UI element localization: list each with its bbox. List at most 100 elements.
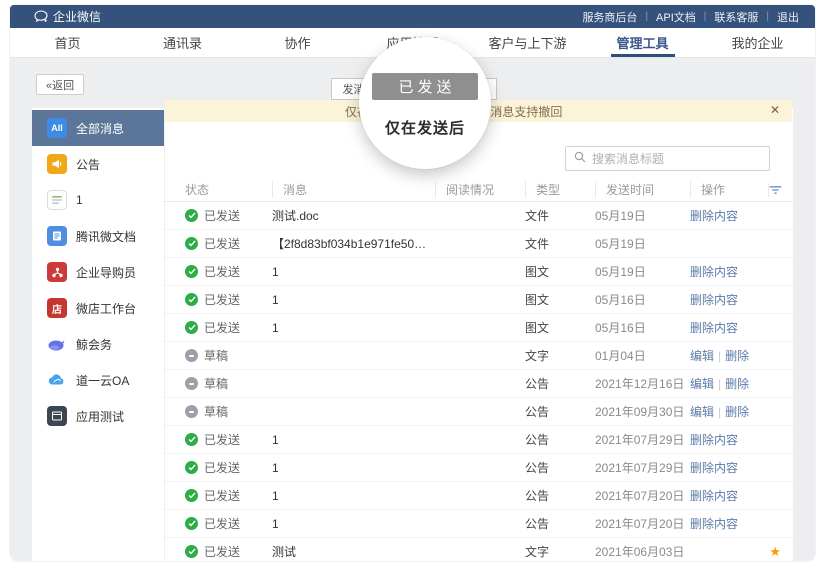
topbar-link-separator: |	[645, 11, 648, 22]
sidebar-item-鲸会务[interactable]: 鲸会务	[32, 326, 164, 362]
action-删除内容[interactable]: 删除内容	[690, 461, 738, 475]
table-row[interactable]: 已发送1公告2021年07月29日删除内容	[165, 426, 793, 454]
table-row[interactable]: 已发送1图文05月19日删除内容	[165, 258, 793, 286]
table-row[interactable]: 已发送1公告2021年07月20日删除内容	[165, 510, 793, 538]
table-row[interactable]: 草稿公告2021年12月16日编辑|删除	[165, 370, 793, 398]
nav-item-客户与上下游[interactable]: 客户与上下游	[470, 28, 585, 57]
cell-actions: 删除内容	[690, 207, 768, 224]
brand-name: 企业微信	[53, 8, 101, 25]
action-删除内容[interactable]: 删除内容	[690, 293, 738, 307]
action-编辑[interactable]: 编辑	[690, 349, 714, 363]
cell-message: 1	[272, 321, 435, 335]
action-删除[interactable]: 删除	[725, 377, 749, 391]
nav-item-通讯录[interactable]: 通讯录	[125, 28, 240, 57]
cell-status: 已发送	[185, 235, 272, 252]
main-pane: 状态消息阅读情况类型发送时间操作 已发送测试.doc文件05月19日删除内容已发…	[165, 108, 793, 561]
sidebar-item-企业导购员[interactable]: 企业导购员	[32, 254, 164, 290]
cell-type: 图文	[525, 319, 595, 336]
cell-send-date: 2021年07月29日	[595, 431, 690, 448]
sent-status-icon	[185, 209, 198, 222]
cell-message: 测试.doc	[272, 207, 435, 224]
search-box[interactable]	[565, 146, 770, 171]
action-separator: |	[718, 377, 721, 391]
cell-actions: 编辑|删除	[690, 347, 768, 364]
cell-send-date: 05月19日	[595, 263, 690, 280]
action-删除内容[interactable]: 删除内容	[690, 265, 738, 279]
action-编辑[interactable]: 编辑	[690, 405, 714, 419]
column-header-阅读情况: 阅读情况	[435, 181, 525, 198]
sent-status-icon	[185, 545, 198, 558]
cell-status: 草稿	[185, 375, 272, 392]
column-header-操作: 操作	[690, 181, 768, 198]
close-icon[interactable]: ✕	[770, 103, 780, 117]
sidebar-item-label: 鲸会务	[76, 336, 112, 353]
table-row[interactable]: 已发送1公告2021年07月20日删除内容	[165, 482, 793, 510]
cell-status: 已发送	[185, 543, 272, 560]
content-card: All全部消息公告1腾讯微文档企业导购员店微店工作台鲸会务道一云OA应用测试 状…	[32, 108, 793, 561]
action-separator: |	[718, 405, 721, 419]
status-label: 已发送	[204, 319, 240, 336]
draft-status-icon	[185, 377, 198, 390]
table-row[interactable]: 已发送【2f8d83bf034b1e971fe5083eea...文件05月19…	[165, 230, 793, 258]
action-删除[interactable]: 删除	[725, 405, 749, 419]
topbar-link-0[interactable]: 服务商后台	[580, 9, 639, 25]
table-header: 状态消息阅读情况类型发送时间操作	[165, 178, 793, 202]
sidebar-item-道一云OA[interactable]: 道一云OA	[32, 362, 164, 398]
status-label: 已发送	[204, 459, 240, 476]
nav-item-管理工具[interactable]: 管理工具	[585, 28, 700, 57]
shop-icon: 店	[47, 298, 67, 318]
star-icon[interactable]: ★	[768, 544, 781, 560]
search-input[interactable]	[592, 152, 761, 166]
table-row[interactable]: 已发送1公告2021年07月29日删除内容	[165, 454, 793, 482]
action-编辑[interactable]: 编辑	[690, 377, 714, 391]
draft-status-icon	[185, 349, 198, 362]
table-row[interactable]: 已发送测试.doc文件05月19日删除内容	[165, 202, 793, 230]
topbar-link-3[interactable]: 退出	[775, 9, 801, 25]
notes-icon	[47, 190, 67, 210]
back-button[interactable]: «返回	[36, 74, 84, 95]
magnified-active-tab: 已发送	[372, 73, 478, 100]
nav-item-协作[interactable]: 协作	[240, 28, 355, 57]
announcement-icon	[47, 154, 67, 174]
table-row[interactable]: 草稿公告2021年09月30日编辑|删除	[165, 398, 793, 426]
sidebar-item-应用测试[interactable]: 应用测试	[32, 398, 164, 434]
nav-item-首页[interactable]: 首页	[10, 28, 125, 57]
filter-icon[interactable]	[768, 183, 782, 197]
topbar: 企业微信 服务商后台|API文档|联系客服|退出	[10, 5, 815, 28]
cloud-icon	[47, 370, 67, 390]
sidebar-item-公告[interactable]: 公告	[32, 146, 164, 182]
table-row[interactable]: 已发送1图文05月16日删除内容	[165, 314, 793, 342]
cell-status: 已发送	[185, 319, 272, 336]
topbar-links: 服务商后台|API文档|联系客服|退出	[580, 9, 801, 25]
sidebar-item-1[interactable]: 1	[32, 182, 164, 218]
action-删除内容[interactable]: 删除内容	[690, 489, 738, 503]
docs-icon	[47, 226, 67, 246]
topbar-link-separator: |	[766, 11, 769, 22]
action-删除内容[interactable]: 删除内容	[690, 321, 738, 335]
sidebar-item-label: 应用测试	[76, 408, 124, 425]
action-删除内容[interactable]: 删除内容	[690, 517, 738, 531]
sidebar-item-label: 腾讯微文档	[76, 228, 136, 245]
cell-message: 【2f8d83bf034b1e971fe5083eea...	[272, 235, 435, 252]
cell-message: 1	[272, 293, 435, 307]
sent-status-icon	[185, 461, 198, 474]
action-删除[interactable]: 删除	[725, 349, 749, 363]
sent-status-icon	[185, 237, 198, 250]
nav-item-我的企业[interactable]: 我的企业	[700, 28, 815, 57]
topbar-link-2[interactable]: 联系客服	[712, 9, 760, 25]
sidebar: All全部消息公告1 腾讯微文档企业导购员店微店工作台鲸会务道一云OA 应用测试	[32, 108, 165, 561]
action-删除内容[interactable]: 删除内容	[690, 209, 738, 223]
sidebar-item-label: 道一云OA	[76, 372, 129, 389]
sidebar-item-微店工作台[interactable]: 店微店工作台	[32, 290, 164, 326]
table-row[interactable]: 已发送1图文05月16日删除内容	[165, 286, 793, 314]
cell-actions: 删除内容	[690, 431, 768, 448]
status-label: 已发送	[204, 207, 240, 224]
table-row[interactable]: 已发送测试文字2021年06月03日★	[165, 538, 793, 561]
sent-status-icon	[185, 293, 198, 306]
table-row[interactable]: 草稿文字01月04日编辑|删除	[165, 342, 793, 370]
action-删除内容[interactable]: 删除内容	[690, 433, 738, 447]
sidebar-item-全部消息[interactable]: All全部消息	[32, 110, 164, 146]
topbar-link-1[interactable]: API文档	[654, 9, 698, 25]
sidebar-item-腾讯微文档[interactable]: 腾讯微文档	[32, 218, 164, 254]
cell-type: 公告	[525, 431, 595, 448]
